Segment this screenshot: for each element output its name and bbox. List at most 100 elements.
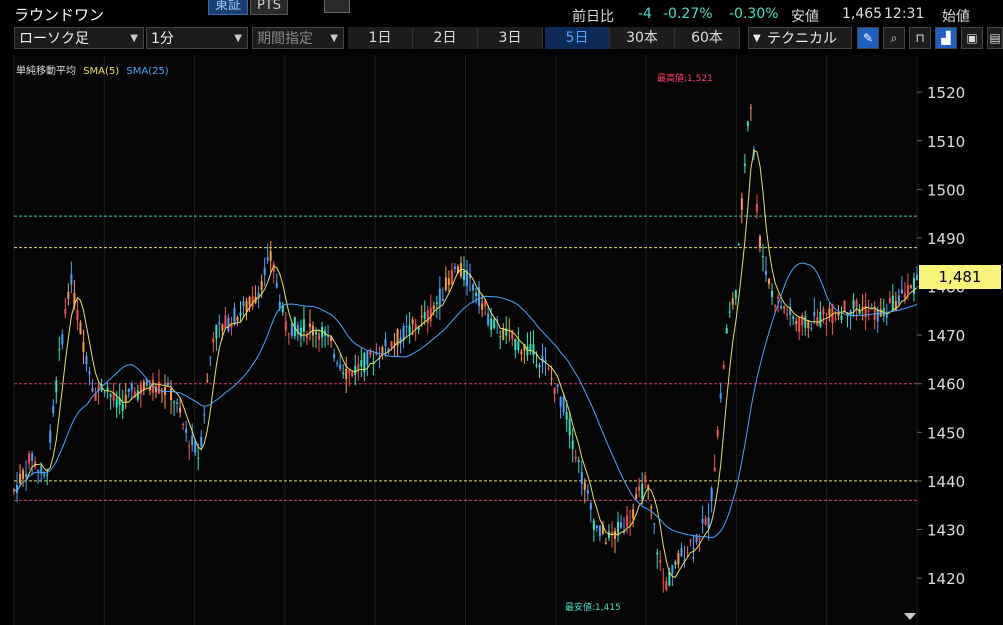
tf-2day[interactable]: 2日 <box>413 27 478 49</box>
candle-body <box>88 371 91 374</box>
candle-body <box>855 300 858 307</box>
candle-body <box>215 324 218 339</box>
candle-body <box>203 414 206 416</box>
candle-body <box>737 244 740 246</box>
chart-type-select[interactable]: ローソク足 ▼ <box>14 27 144 49</box>
candle-body <box>236 317 239 321</box>
candle-body <box>768 278 771 284</box>
candle-body <box>867 310 870 312</box>
candle-body <box>638 486 641 491</box>
candle-body <box>719 393 722 399</box>
area-chart-icon[interactable]: ▟ <box>935 27 957 49</box>
candle-body <box>227 317 230 332</box>
candle-body <box>792 316 795 319</box>
candle-body <box>825 322 828 324</box>
save-icon[interactable]: ▣ <box>961 27 983 49</box>
candle-body <box>218 322 221 325</box>
candle-body <box>25 474 28 477</box>
candle-body <box>284 321 287 331</box>
candle-body <box>432 305 435 310</box>
tf-3day[interactable]: 3日 <box>478 27 543 49</box>
tf-30bars[interactable]: 30本 <box>610 27 675 49</box>
candle-body <box>598 525 601 537</box>
prev-day-label: 前日比 <box>572 9 614 25</box>
candle-body <box>308 323 311 328</box>
candle-body <box>472 284 475 291</box>
candle-body <box>728 311 731 313</box>
out-icon[interactable]: ⊓ <box>909 27 931 49</box>
tf-5day[interactable]: 5日 <box>545 27 610 49</box>
candle-body <box>674 561 677 565</box>
candle-body <box>67 291 70 299</box>
candle-body <box>475 292 478 296</box>
candle-body <box>810 327 813 329</box>
candle-body <box>315 331 318 335</box>
candle-body <box>656 552 659 555</box>
y-tick-label: 1500 <box>927 181 965 199</box>
candle-body <box>644 475 647 482</box>
quote-time: 12:31 <box>884 6 925 22</box>
calendar-icon[interactable]: ▤ <box>987 27 1003 49</box>
low-label: 安値 <box>791 9 819 25</box>
price-chart[interactable]: 1520151015001490148014701460145014401430… <box>0 55 1003 625</box>
candle-body <box>360 360 363 367</box>
candle-body <box>653 523 656 525</box>
scroll-down-icon[interactable] <box>904 613 916 620</box>
candle-body <box>278 301 281 308</box>
candle-body <box>260 280 263 291</box>
candle-body <box>698 538 701 540</box>
y-tick-label: 1420 <box>927 570 965 588</box>
candle-body <box>686 552 689 554</box>
candle-body <box>348 370 351 374</box>
candle-body <box>212 338 215 343</box>
candle-body <box>420 315 423 318</box>
candle-body <box>242 301 245 306</box>
legend: 単純移動平均 SMA(5) SMA(25) <box>16 62 169 77</box>
candle-body <box>680 548 683 557</box>
legend-sma25: SMA(25) <box>126 66 169 77</box>
market-tab-tse[interactable]: 東証 <box>208 0 249 15</box>
candle-body <box>520 351 523 355</box>
candle-body <box>290 323 293 336</box>
candle-body <box>632 509 635 519</box>
candle-body <box>321 326 324 338</box>
candle-body <box>626 515 629 527</box>
chart-type-value: ローソク足 <box>19 31 89 47</box>
candle-body <box>903 293 906 299</box>
candle-body <box>185 428 188 433</box>
candle-body <box>438 288 441 307</box>
candle-body <box>583 482 586 491</box>
zoom-icon[interactable]: ⌕ <box>883 27 905 49</box>
candle-body <box>182 424 185 426</box>
low-value: 1,465 <box>842 6 883 22</box>
candle-body <box>19 473 22 484</box>
candle-body <box>318 333 321 340</box>
pen-icon[interactable]: ✎ <box>857 27 879 49</box>
y-tick-label: 1460 <box>927 376 965 394</box>
y-tick-label: 1450 <box>927 424 965 442</box>
candle-body <box>840 315 843 320</box>
candle-body <box>562 396 565 413</box>
candle-body <box>200 436 203 447</box>
candle-body <box>435 302 438 305</box>
candle-body <box>124 394 127 402</box>
interval-select[interactable]: 1分 ▼ <box>146 27 248 49</box>
candle-body <box>115 398 118 408</box>
candle-body <box>61 334 64 345</box>
candle-body <box>58 349 61 351</box>
period-select[interactable]: 期間指定 ▼ <box>252 27 344 49</box>
candle-body <box>710 488 713 501</box>
candle-body <box>441 298 444 301</box>
technical-select[interactable]: ▼ テクニカル <box>748 27 852 49</box>
candle-body <box>755 204 758 212</box>
tf-60bars[interactable]: 60本 <box>675 27 740 49</box>
tf-1day[interactable]: 1日 <box>348 27 413 49</box>
candle-body <box>357 363 360 370</box>
candle-body <box>716 429 719 437</box>
low-label: 最安値:1,415 <box>565 601 621 613</box>
candle-body <box>749 107 752 109</box>
bell-icon[interactable] <box>324 0 350 13</box>
market-tab-pts[interactable]: PTS <box>250 0 289 15</box>
candle-body <box>734 290 737 299</box>
candle-body <box>447 278 450 285</box>
